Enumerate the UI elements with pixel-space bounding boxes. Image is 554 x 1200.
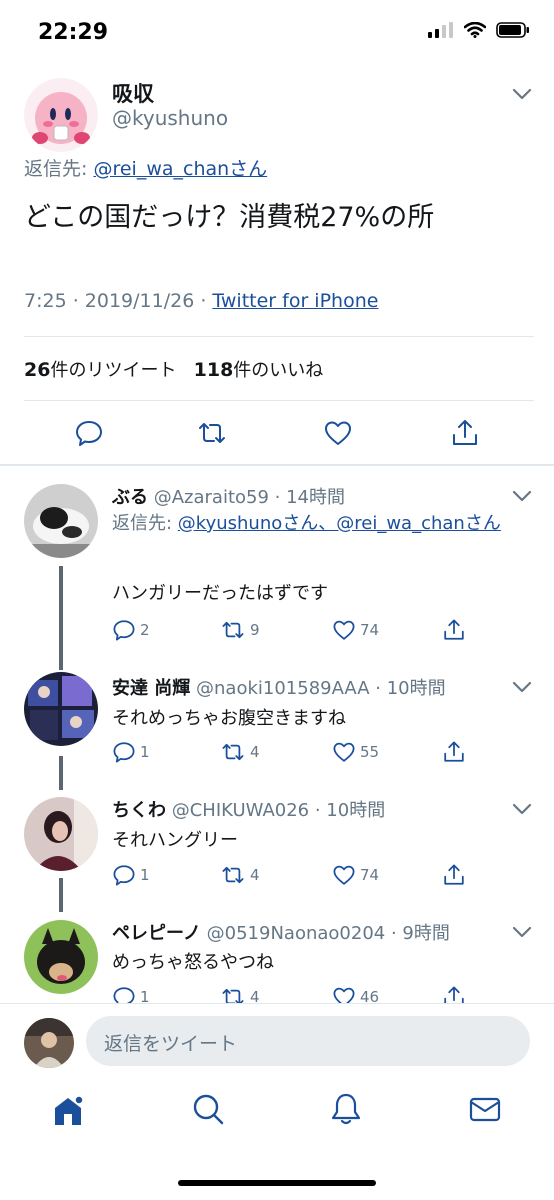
retweet-count: 4: [250, 988, 260, 1003]
retweet-icon: [222, 988, 244, 1003]
search-icon[interactable]: [191, 1092, 225, 1126]
reply-header: ペレピーノ @0519Naonao0204 · 9時間: [112, 919, 450, 945]
share-button[interactable]: [442, 985, 466, 1003]
reply-actions: 1 4 46: [112, 985, 532, 1003]
avatar[interactable]: [24, 920, 98, 994]
reply-author-handle[interactable]: @0519Naonao0204 · 9時間: [207, 923, 450, 944]
reply-text: めっちゃ怒るやつね: [112, 952, 274, 973]
like-button[interactable]: 46: [332, 985, 379, 1003]
dog-avatar-image: [24, 920, 98, 994]
reply-icon: [113, 987, 135, 1003]
share-icon: [444, 986, 464, 1003]
reply-composer: 返信をツイート: [0, 1003, 554, 1075]
chevron-down-icon[interactable]: [512, 926, 532, 938]
reply-author-name[interactable]: ペレピーノ: [112, 923, 201, 944]
reply-count: 1: [140, 988, 150, 1003]
avatar[interactable]: [24, 1018, 74, 1068]
user-avatar-image: [24, 1018, 74, 1068]
reply-input[interactable]: 返信をツイート: [86, 1016, 530, 1066]
like-count: 46: [360, 988, 380, 1003]
reply-tweet[interactable]: ペレピーノ @0519Naonao0204 · 9時間 めっちゃ怒るやつね 1 …: [0, 0, 554, 1003]
reply-button[interactable]: 1: [112, 985, 150, 1003]
retweet-button[interactable]: 4: [220, 985, 260, 1003]
like-icon: [333, 987, 355, 1003]
mail-icon[interactable]: [468, 1092, 502, 1126]
home-indicator: [178, 1180, 376, 1186]
bell-icon[interactable]: [329, 1092, 363, 1126]
home-icon[interactable]: [51, 1094, 85, 1128]
